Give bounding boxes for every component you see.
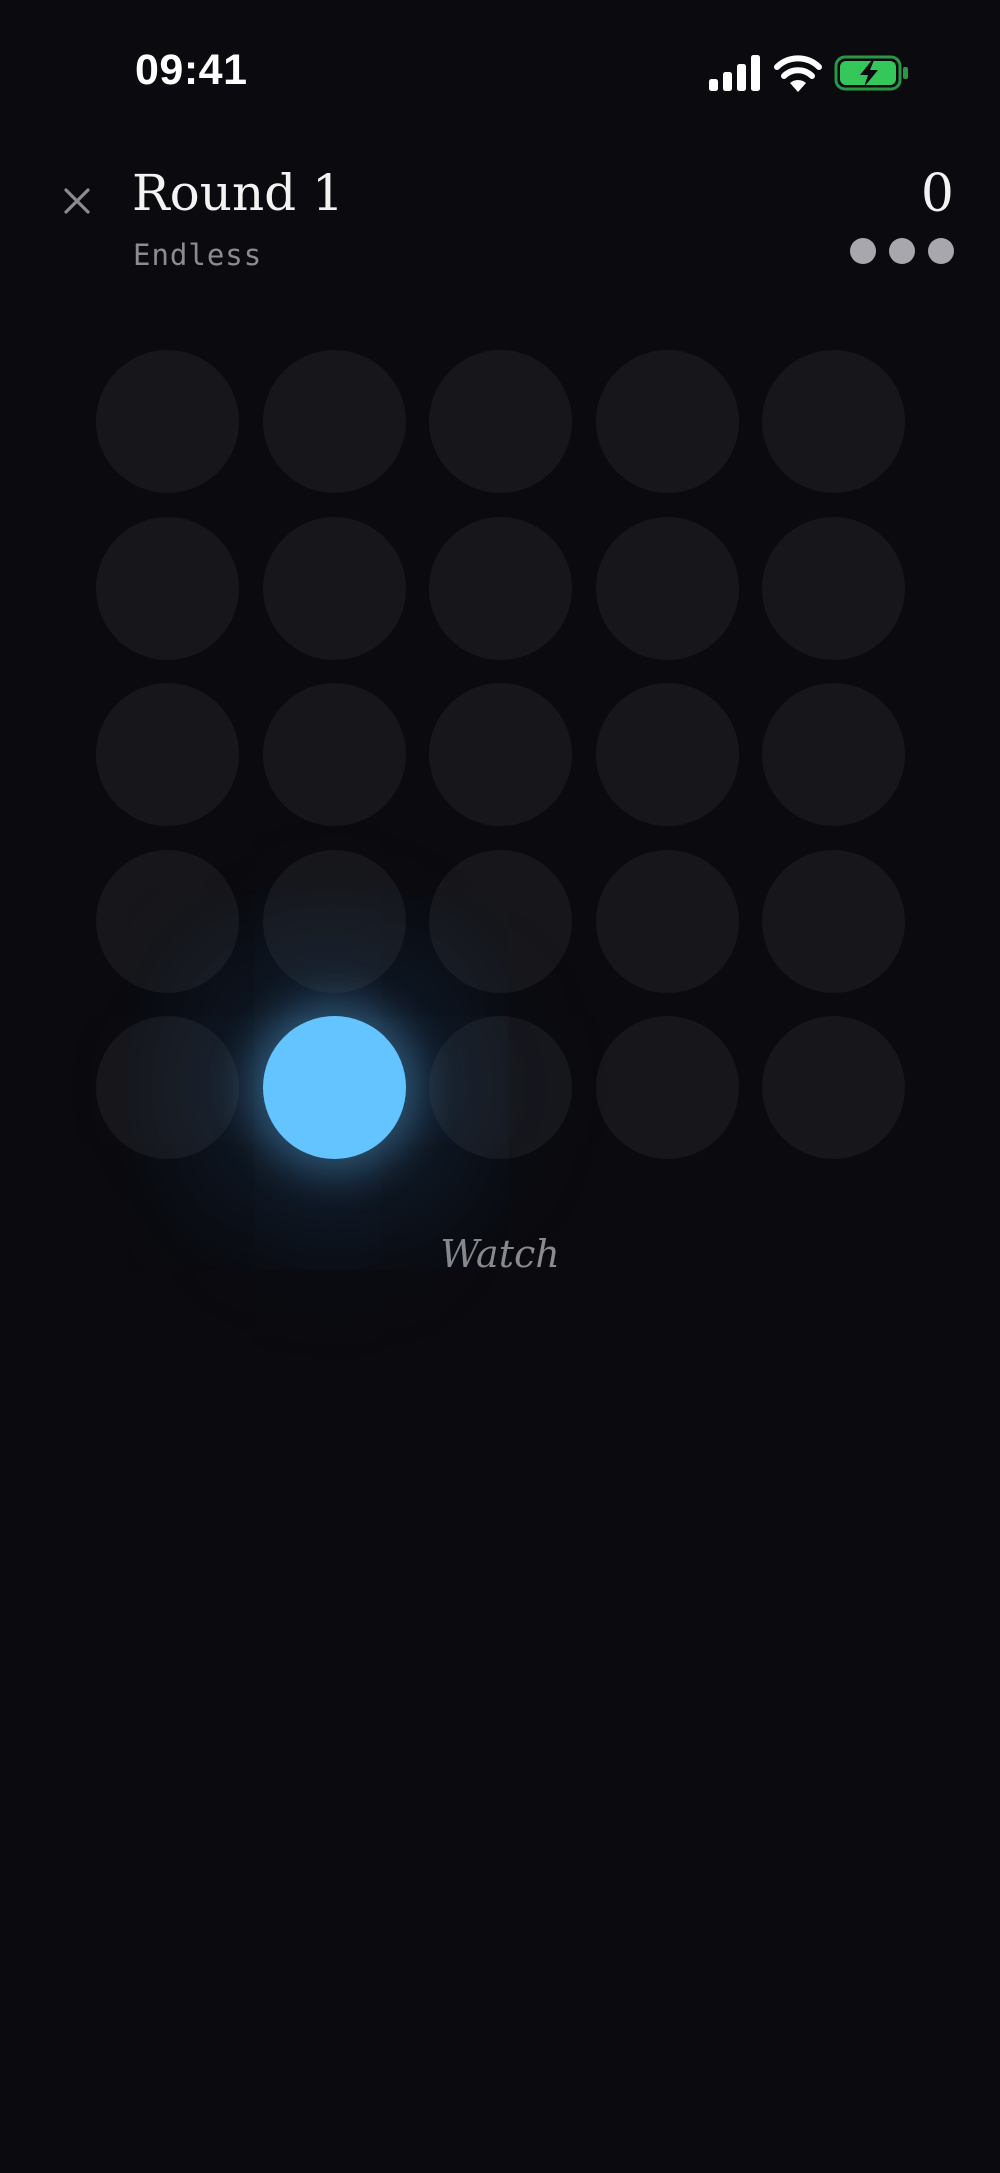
close-button[interactable] [52,176,102,226]
board-cell-r2-c4[interactable] [595,516,739,660]
board-cell-r4-c4[interactable] [595,849,739,993]
board-cell-r2-c1[interactable] [96,516,239,660]
signal-icon [709,55,760,91]
score-value: 0 [920,164,954,224]
mode-label: Endless [133,238,263,272]
life-dot [928,238,954,264]
wifi-icon [774,55,822,92]
life-dot [889,238,915,264]
lives-indicator [850,238,954,264]
board-cell-r2-c3[interactable] [429,516,572,660]
board-cell-r5-c4[interactable] [595,1016,739,1159]
board-cell-r1-c1[interactable] [96,350,239,493]
board-cell-r3-c1[interactable] [96,683,239,826]
board-cell-r1-c3[interactable] [429,350,572,493]
board-cell-r4-c5[interactable] [762,849,905,993]
board-cell-r3-c4[interactable] [595,683,739,826]
board-cell-r1-c4[interactable] [595,350,739,493]
board-cell-r3-c5[interactable] [762,683,905,826]
board-cell-r4-c3[interactable] [429,849,572,993]
board-cell-r5-c1[interactable] [96,1016,239,1159]
board-cell-r5-c2[interactable] [262,1016,406,1159]
board-cell-r2-c5[interactable] [762,516,905,660]
board-cell-r3-c2[interactable] [262,683,406,826]
life-dot [850,238,876,264]
battery-charging-icon [834,55,908,91]
status-hint: Watch [440,1232,560,1276]
board-cell-r4-c1[interactable] [96,849,239,993]
close-icon [64,188,90,214]
round-title: Round 1 [132,164,344,222]
board-cell-r2-c2[interactable] [262,516,406,660]
board-cell-r1-c2[interactable] [262,350,406,493]
game-board [96,350,906,1160]
board-cell-r4-c2[interactable] [262,849,406,993]
status-bar: 09:41 [0,0,1000,150]
board-cell-r5-c3[interactable] [429,1016,572,1159]
board-cell-r5-c5[interactable] [762,1016,905,1159]
status-time: 09:41 [135,46,248,94]
board-cell-r1-c5[interactable] [762,350,905,493]
board-cell-r3-c3[interactable] [429,683,572,826]
